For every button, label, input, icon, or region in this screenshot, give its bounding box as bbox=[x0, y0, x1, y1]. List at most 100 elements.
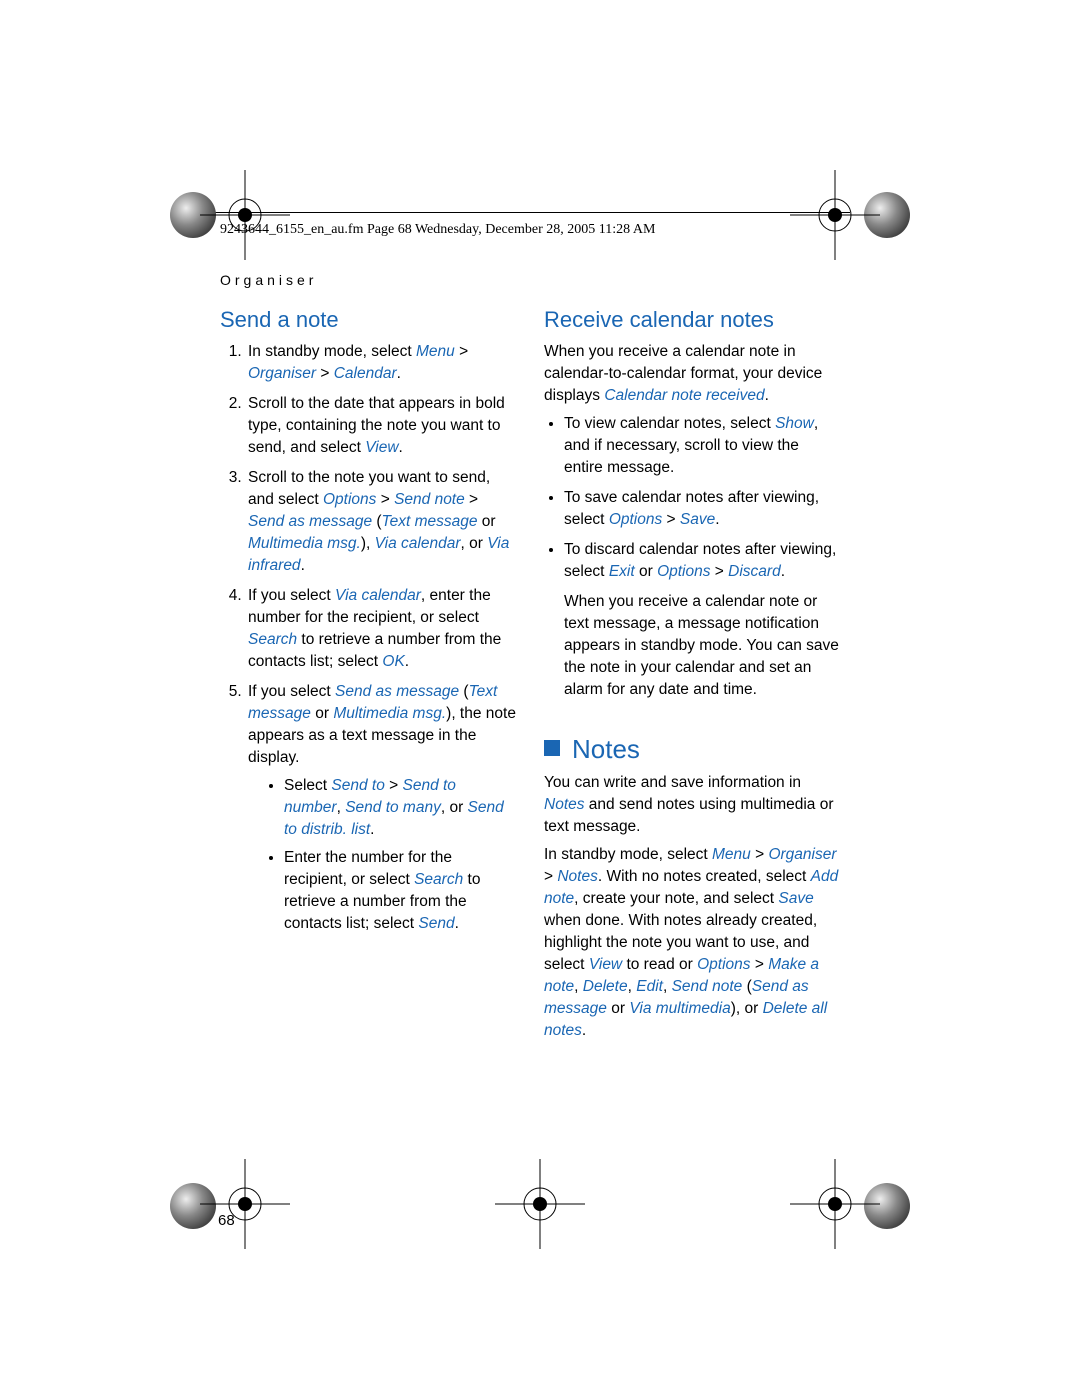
menu-path: Send note bbox=[394, 491, 465, 508]
menu-path: Send to many bbox=[345, 799, 441, 816]
text: or bbox=[477, 513, 495, 530]
menu-path: Via calendar bbox=[375, 535, 461, 552]
menu-path: Discard bbox=[728, 563, 781, 580]
text: . bbox=[781, 563, 785, 580]
sub-bullet-2: Enter the number for the recipient, or s… bbox=[284, 847, 516, 935]
text: In standby mode, select bbox=[544, 846, 712, 863]
text: > bbox=[710, 563, 728, 580]
heading-text: Notes bbox=[572, 734, 640, 764]
right-column: Receive calendar notes When you receive … bbox=[544, 304, 840, 1048]
menu-path: Delete bbox=[583, 978, 628, 995]
text: and send notes using multimedia or text … bbox=[544, 796, 834, 835]
text: or bbox=[607, 1000, 629, 1017]
registration-mark-icon bbox=[790, 1159, 880, 1249]
text: If you select bbox=[248, 587, 335, 604]
menu-path: View bbox=[589, 956, 622, 973]
text: , or bbox=[441, 799, 468, 816]
text: or bbox=[311, 705, 333, 722]
step-2: Scroll to the date that appears in bold … bbox=[246, 393, 516, 459]
menu-path: Organiser bbox=[768, 846, 836, 863]
menu-path: Via calendar bbox=[335, 587, 421, 604]
registration-mark-icon bbox=[790, 170, 880, 260]
step-3: Scroll to the note you want to send, and… bbox=[246, 467, 516, 577]
registration-mark-icon bbox=[200, 1159, 290, 1249]
menu-path: Multimedia msg. bbox=[248, 535, 361, 552]
menu-path: Notes bbox=[544, 796, 585, 813]
sub-bullets: Select Send to > Send to number, Send to… bbox=[248, 775, 516, 935]
text: In standby mode, select bbox=[248, 343, 416, 360]
menu-path: Exit bbox=[609, 563, 635, 580]
square-bullet-icon bbox=[544, 740, 560, 756]
two-column-layout: Send a note In standby mode, select Menu… bbox=[220, 304, 840, 1048]
text: ( bbox=[372, 513, 381, 530]
text: If you select bbox=[248, 683, 335, 700]
text: , create your note, and select bbox=[574, 890, 778, 907]
left-column: Send a note In standby mode, select Menu… bbox=[220, 304, 516, 1048]
step-5: If you select Send as message (Text mess… bbox=[246, 681, 516, 935]
text: Select bbox=[284, 777, 331, 794]
menu-path: Options bbox=[697, 956, 750, 973]
bullet-3: To discard calendar notes after viewing,… bbox=[564, 539, 840, 583]
text: > bbox=[465, 491, 478, 508]
text: ( bbox=[742, 978, 751, 995]
text: . bbox=[399, 439, 403, 456]
menu-path: Calendar bbox=[334, 365, 397, 382]
menu-path: Send note bbox=[672, 978, 743, 995]
text: > bbox=[544, 868, 557, 885]
menu-path: Save bbox=[680, 511, 715, 528]
text: , bbox=[628, 978, 637, 995]
menu-path: Menu bbox=[712, 846, 751, 863]
header-divider bbox=[210, 212, 850, 213]
menu-path: Options bbox=[323, 491, 376, 508]
step-1: In standby mode, select Menu > Organiser… bbox=[246, 341, 516, 385]
text: or bbox=[635, 563, 657, 580]
text: > bbox=[662, 511, 680, 528]
text: . bbox=[397, 365, 401, 382]
menu-path: Organiser bbox=[248, 365, 316, 382]
menu-path: Options bbox=[609, 511, 662, 528]
text: . bbox=[405, 653, 409, 670]
heading-notes: Notes bbox=[544, 731, 840, 768]
menu-path: Search bbox=[414, 871, 463, 888]
menu-path: OK bbox=[382, 653, 404, 670]
text: to read or bbox=[622, 956, 697, 973]
paragraph: When you receive a calendar note or text… bbox=[564, 591, 840, 701]
text: . bbox=[370, 821, 374, 838]
menu-path: Multimedia msg. bbox=[333, 705, 446, 722]
menu-path: Options bbox=[657, 563, 710, 580]
text: ), bbox=[361, 535, 375, 552]
frame-header: 9243644_6155_en_au.fm Page 68 Wednesday,… bbox=[220, 222, 840, 238]
menu-path: Send bbox=[418, 915, 454, 932]
text: , bbox=[337, 799, 346, 816]
bullet-2: To save calendar notes after viewing, se… bbox=[564, 487, 840, 531]
text: > bbox=[751, 846, 769, 863]
text: > bbox=[376, 491, 394, 508]
text: > bbox=[316, 365, 334, 382]
text: You can write and save information in bbox=[544, 774, 801, 791]
step-4: If you select Via calendar, enter the nu… bbox=[246, 585, 516, 673]
text: > bbox=[751, 956, 769, 973]
registration-mark-icon bbox=[200, 170, 290, 260]
text: . bbox=[301, 557, 305, 574]
text: . bbox=[715, 511, 719, 528]
registration-mark-icon bbox=[495, 1159, 585, 1249]
page-content: 9243644_6155_en_au.fm Page 68 Wednesday,… bbox=[220, 222, 840, 1048]
menu-path: View bbox=[365, 439, 398, 456]
menu-path: Via multimedia bbox=[629, 1000, 730, 1017]
menu-path: Notes bbox=[557, 868, 598, 885]
menu-path: Search bbox=[248, 631, 297, 648]
heading-receive-calendar-notes: Receive calendar notes bbox=[544, 304, 840, 335]
menu-path: Save bbox=[778, 890, 813, 907]
paragraph: When you receive a calendar note in cale… bbox=[544, 341, 840, 407]
text: > bbox=[385, 777, 403, 794]
text: . bbox=[582, 1022, 586, 1039]
menu-path: Show bbox=[775, 415, 814, 432]
text: . bbox=[455, 915, 459, 932]
menu-path: Send as message bbox=[335, 683, 459, 700]
menu-path: Send as message bbox=[248, 513, 372, 530]
bullets: To view calendar notes, select Show, and… bbox=[544, 413, 840, 583]
steps-list: In standby mode, select Menu > Organiser… bbox=[220, 341, 516, 935]
sub-bullet-1: Select Send to > Send to number, Send to… bbox=[284, 775, 516, 841]
text: , or bbox=[461, 535, 488, 552]
text: ( bbox=[459, 683, 468, 700]
